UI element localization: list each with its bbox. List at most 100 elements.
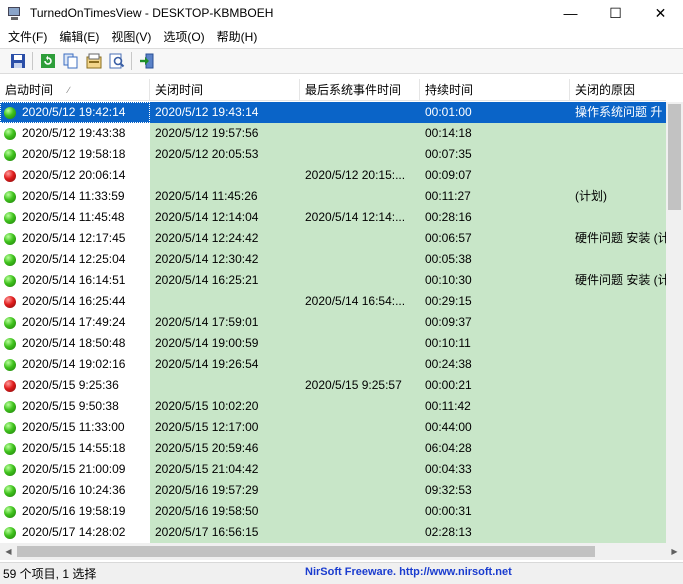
table-row[interactable]: 2020/5/16 10:24:36 2020/5/16 19:57:29 09:3… (0, 480, 666, 501)
cell-start-time: 2020/5/14 19:02:16 (0, 354, 150, 375)
cell-end-time: 2020/5/12 19:57:56 (150, 123, 300, 144)
cell-start-time: 2020/5/14 16:14:51 (0, 270, 150, 291)
cell-text: 2020/5/17 14:28:02 (22, 525, 126, 539)
event-list[interactable]: 启动时间 ∕ 关闭时间 最后系统事件时间 持续时间 关闭的原因 2020/5/1… (0, 79, 683, 543)
table-row[interactable]: 2020/5/14 12:17:45 2020/5/14 12:24:42 00:0… (0, 228, 666, 249)
exit-icon (139, 53, 153, 69)
cell-start-time: 2020/5/14 11:33:59 (0, 186, 150, 207)
table-row[interactable]: 2020/5/12 20:06:14 2020/5/12 20:15:... 00:… (0, 165, 666, 186)
refresh-button[interactable] (36, 50, 59, 72)
cell-start-time: 2020/5/12 19:58:18 (0, 144, 150, 165)
table-row[interactable]: 2020/5/14 17:49:24 2020/5/14 17:59:01 00:0… (0, 312, 666, 333)
table-row[interactable]: 2020/5/17 14:28:02 2020/5/17 16:56:15 02:2… (0, 522, 666, 543)
table-row[interactable]: 2020/5/15 9:50:38 2020/5/15 10:02:20 00:11… (0, 396, 666, 417)
cell-start-time: 2020/5/12 19:43:38 (0, 123, 150, 144)
status-bar: 59 个项目, 1 选择 NirSoft Freeware. http://ww… (0, 562, 683, 584)
copy-button[interactable] (59, 50, 82, 72)
status-summary: 59 个项目, 1 选择 (3, 567, 97, 581)
cell-end-time (150, 375, 300, 396)
cell-shutdown-reason (570, 207, 666, 228)
cell-end-time: 2020/5/15 20:59:46 (150, 438, 300, 459)
cell-start-time: 2020/5/15 11:33:00 (0, 417, 150, 438)
cell-end-time: 2020/5/15 21:04:42 (150, 459, 300, 480)
vertical-scrollbar[interactable] (666, 102, 683, 543)
find-button[interactable] (105, 50, 128, 72)
cell-text: 2020/5/12 19:58:18 (22, 147, 126, 161)
cell-start-time: 2020/5/12 20:06:14 (0, 165, 150, 186)
column-header-shutdown-reason[interactable]: 关闭的原因 (570, 79, 666, 101)
cell-text: 2020/5/12 19:43:38 (22, 126, 126, 140)
cell-last-event-time (300, 354, 420, 375)
status-green-icon (4, 316, 16, 329)
window-controls: — ☐ ✕ (548, 0, 683, 26)
title-bar: TurnedOnTimesView - DESKTOP-KBMBOEH — ☐ … (0, 0, 683, 26)
cell-last-event-time (300, 459, 420, 480)
table-row[interactable]: 2020/5/15 9:25:36 2020/5/15 9:25:57 00:00:… (0, 375, 666, 396)
table-row[interactable]: 2020/5/14 16:25:44 2020/5/14 16:54:... 00:… (0, 291, 666, 312)
column-header-last-event-time[interactable]: 最后系统事件时间 (300, 79, 420, 101)
table-row[interactable]: 2020/5/12 19:58:18 2020/5/12 20:05:53 00:0… (0, 144, 666, 165)
menu-file[interactable]: 文件(F) (2, 27, 53, 47)
column-header-end-time[interactable]: 关闭时间 (150, 79, 300, 101)
column-header-start-time[interactable]: 启动时间 ∕ (0, 79, 150, 101)
properties-button[interactable] (82, 50, 105, 72)
nirsoft-link[interactable]: NirSoft Freeware. http://www.nirsoft.net (305, 566, 512, 578)
cell-last-event-time (300, 396, 420, 417)
menu-view[interactable]: 视图(V) (105, 27, 157, 47)
close-button[interactable]: ✕ (638, 0, 683, 26)
window-title: TurnedOnTimesView - DESKTOP-KBMBOEH (30, 6, 274, 20)
save-button[interactable] (6, 50, 29, 72)
cell-text: 2020/5/14 18:50:48 (22, 336, 126, 350)
cell-duration: 00:09:37 (420, 312, 570, 333)
table-row[interactable]: 2020/5/15 11:33:00 2020/5/15 12:17:00 00:4… (0, 417, 666, 438)
cell-end-time: 2020/5/15 10:02:20 (150, 396, 300, 417)
status-green-icon (4, 211, 16, 224)
table-row[interactable]: 2020/5/16 19:58:19 2020/5/16 19:58:50 00:0… (0, 501, 666, 522)
horizontal-scroll-thumb[interactable] (17, 546, 595, 557)
cell-start-time: 2020/5/17 14:28:02 (0, 522, 150, 543)
scroll-right-icon[interactable]: ▶ (666, 543, 683, 560)
sort-ascending-icon: ∕ (68, 85, 70, 95)
cell-text: 2020/5/14 17:49:24 (22, 315, 126, 329)
cell-duration: 00:28:16 (420, 207, 570, 228)
cell-shutdown-reason (570, 522, 666, 543)
table-row[interactable]: 2020/5/14 11:33:59 2020/5/14 11:45:26 00:1… (0, 186, 666, 207)
cell-text: 2020/5/14 11:45:48 (22, 210, 125, 224)
table-row[interactable]: 2020/5/14 12:25:04 2020/5/14 12:30:42 00:0… (0, 249, 666, 270)
cell-start-time: 2020/5/16 19:58:19 (0, 501, 150, 522)
table-row[interactable]: 2020/5/14 18:50:48 2020/5/14 19:00:59 00:1… (0, 333, 666, 354)
menu-help[interactable]: 帮助(H) (211, 27, 264, 47)
table-row[interactable]: 2020/5/14 16:14:51 2020/5/14 16:25:21 00:1… (0, 270, 666, 291)
cell-start-time: 2020/5/15 9:50:38 (0, 396, 150, 417)
cell-last-event-time (300, 123, 420, 144)
app-icon (7, 5, 23, 21)
vertical-scroll-thumb[interactable] (668, 104, 681, 210)
table-row[interactable]: 2020/5/14 19:02:16 2020/5/14 19:26:54 00:2… (0, 354, 666, 375)
scroll-left-icon[interactable]: ◀ (0, 543, 17, 560)
copy-icon (63, 53, 77, 69)
table-row[interactable]: 2020/5/15 14:55:18 2020/5/15 20:59:46 06:0… (0, 438, 666, 459)
cell-duration: 00:24:38 (420, 354, 570, 375)
cell-last-event-time: 2020/5/14 16:54:... (300, 291, 420, 312)
table-row[interactable]: 2020/5/12 19:42:14 2020/5/12 19:43:14 00:0… (0, 102, 666, 123)
menu-edit[interactable]: 编辑(E) (53, 27, 105, 47)
cell-last-event-time (300, 144, 420, 165)
table-row[interactable]: 2020/5/15 21:00:09 2020/5/15 21:04:42 00:0… (0, 459, 666, 480)
cell-text: 2020/5/15 14:55:18 (22, 441, 126, 455)
minimize-button[interactable]: — (548, 0, 593, 26)
cell-start-time: 2020/5/14 18:50:48 (0, 333, 150, 354)
horizontal-scrollbar[interactable]: ◀ ▶ (0, 543, 683, 560)
cell-duration: 00:11:42 (420, 396, 570, 417)
maximize-button[interactable]: ☐ (593, 0, 638, 26)
cell-duration: 00:44:00 (420, 417, 570, 438)
status-green-icon (4, 442, 16, 455)
status-green-icon (4, 463, 16, 476)
table-row[interactable]: 2020/5/12 19:43:38 2020/5/12 19:57:56 00:1… (0, 123, 666, 144)
exit-button[interactable] (135, 50, 158, 72)
menu-options[interactable]: 选项(O) (157, 27, 210, 47)
table-row[interactable]: 2020/5/14 11:45:48 2020/5/14 12:14:04 2020… (0, 207, 666, 228)
column-header-label: 启动时间 (5, 83, 54, 97)
save-icon (10, 54, 25, 68)
cell-end-time: 2020/5/12 20:05:53 (150, 144, 300, 165)
column-header-duration[interactable]: 持续时间 (420, 79, 570, 101)
